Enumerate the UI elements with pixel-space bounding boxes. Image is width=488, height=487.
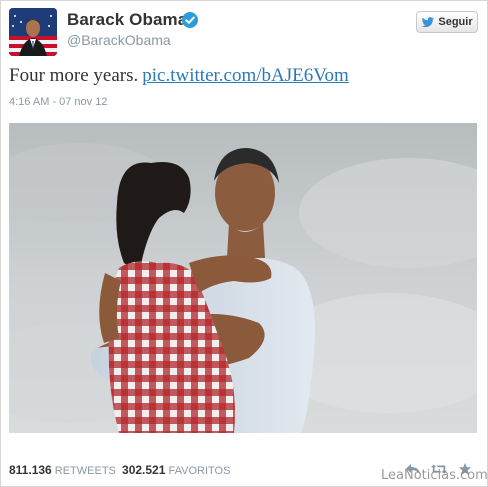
author-avatar[interactable] (9, 8, 57, 56)
follow-button[interactable]: Seguir (416, 11, 478, 33)
twitter-bird-icon (422, 16, 435, 27)
tweet-photo-link[interactable]: pic.twitter.com/bAJE6Vom (142, 65, 349, 86)
follow-button-label: Seguir (438, 16, 473, 28)
favorites-label: FAVORITOS (168, 465, 231, 477)
tweet-card: Barack Obama @BarackObama Seguir Four mo… (0, 0, 488, 487)
tweet-body: Four more years. (9, 65, 139, 86)
verified-badge-icon (182, 12, 198, 28)
author-handle[interactable]: @BarackObama (67, 32, 171, 48)
retweets-label: RETWEETS (54, 465, 116, 477)
tweet-photo[interactable] (9, 123, 477, 433)
tweet-timestamp[interactable]: 4:16 AM - 07 nov 12 (9, 96, 107, 108)
retweets-count[interactable]: 811.136 (9, 463, 52, 477)
author-name[interactable]: Barack Obama (67, 10, 187, 30)
tweet-text: Four more years. pic.twitter.com/bAJE6Vom (9, 65, 349, 87)
tweet-stats: 811.136 RETWEETS 302.521 FAVORITOS (9, 463, 230, 477)
favorites-count[interactable]: 302.521 (122, 463, 165, 477)
watermark: LeaNoticias.com (381, 468, 488, 483)
